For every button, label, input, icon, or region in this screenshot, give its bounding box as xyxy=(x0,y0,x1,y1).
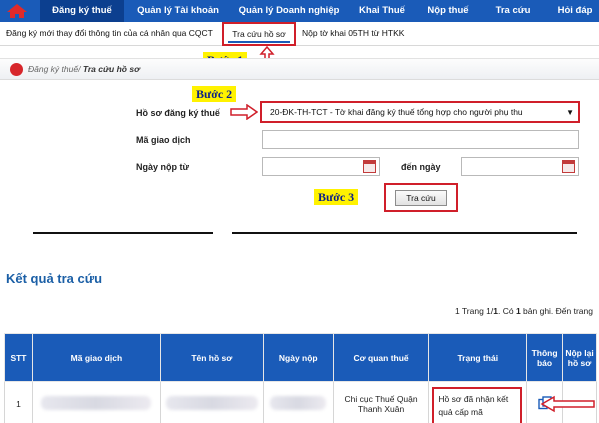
table-header-row: STT Mã giao dịch Tên hồ sơ Ngày nộp Cơ q… xyxy=(4,333,597,382)
redacted-text xyxy=(270,395,327,410)
den-ngay-input[interactable] xyxy=(461,157,579,176)
calendar-icon[interactable] xyxy=(562,160,575,173)
col-ten-ho-so: Tên hồ sơ xyxy=(159,333,264,382)
col-thong-bao: Thông báo xyxy=(526,333,564,382)
cell-ten-ho-so-redacted xyxy=(159,381,264,423)
divider xyxy=(33,232,213,234)
ho-so-select-value: 20-ĐK-TH-TCT - Tờ khai đăng ký thuế tổng… xyxy=(270,107,523,117)
nav-khai-thue[interactable]: Khai Thuế xyxy=(353,0,411,22)
ma-giao-dich-label: Mã giao dịch xyxy=(136,135,191,145)
ngay-nop-tu-label: Ngày nộp từ xyxy=(136,162,190,172)
paging-prefix: 1 Trang 1/ xyxy=(454,306,494,316)
chevron-down-icon: ▼ xyxy=(566,108,574,117)
status-highlight: Hồ sơ đã nhận kết quả cấp mã xyxy=(432,387,523,423)
paging-info: 1 Trang 1/1. Có 1 bản ghi. Đến trang xyxy=(455,306,593,316)
arrow-left-icon xyxy=(540,395,595,413)
breadcrumb: Đăng ký thuế/ Tra cứu hồ sơ xyxy=(0,58,599,80)
divider xyxy=(232,232,577,234)
breadcrumb-text: Đăng ký thuế/ Tra cứu hồ sơ xyxy=(28,64,140,74)
paging-mid: . Có xyxy=(498,306,516,316)
ma-giao-dich-input[interactable] xyxy=(262,130,579,149)
cell-ma-giao-dich-redacted xyxy=(31,381,161,423)
step3-annotation: Bước 3 xyxy=(314,189,359,205)
nav-quan-ly-doanh-nghiep[interactable]: Quản lý Doanh nghiệp xyxy=(232,0,346,22)
subnav-tra-cuu-ho-so-label: Tra cứu hồ sơ xyxy=(232,29,286,39)
col-ngay-nop: Ngày nộp xyxy=(262,333,334,382)
subnav-dang-ky-moi[interactable]: Đăng ký mới thay đổi thông tin của cá nh… xyxy=(6,22,213,46)
sub-navigation: Đăng ký mới thay đổi thông tin của cá nh… xyxy=(0,22,599,46)
den-ngay-label: đến ngày xyxy=(401,162,441,172)
breadcrumb-current: Tra cứu hồ sơ xyxy=(80,64,140,74)
redacted-text xyxy=(41,395,152,410)
results-title: Kết quả tra cứu xyxy=(6,271,103,286)
step2-annotation: Bước 2 xyxy=(192,86,237,102)
ngay-nop-tu-input[interactable] xyxy=(262,157,380,176)
nav-hoi-dap[interactable]: Hỏi đáp xyxy=(553,0,597,22)
calendar-icon[interactable] xyxy=(363,160,376,173)
paging-suffix: bản ghi. Đến trang xyxy=(520,306,593,316)
redacted-text xyxy=(165,395,258,410)
table-row: 1 Chi cục Thuế Quận Thanh Xuân Hồ sơ đã … xyxy=(4,381,597,423)
nav-nop-thue[interactable]: Nộp thuế xyxy=(420,0,476,22)
results-table: STT Mã giao dịch Tên hồ sơ Ngày nộp Cơ q… xyxy=(4,333,597,423)
col-trang-thai: Trạng thái xyxy=(428,333,528,382)
search-button-highlight: Tra cứu xyxy=(384,183,458,212)
col-stt: STT xyxy=(4,333,33,382)
arrow-right-icon xyxy=(230,104,258,120)
nav-tra-cuu[interactable]: Tra cứu xyxy=(490,0,536,22)
ho-so-label: Hồ sơ đăng ký thuế xyxy=(136,108,220,118)
subnav-tra-cuu-ho-so[interactable]: Tra cứu hồ sơ xyxy=(222,22,296,46)
cell-ngay-nop-redacted xyxy=(262,381,334,423)
subnav-nop-to-khai-05th[interactable]: Nộp tờ khai 05TH từ HTKK xyxy=(302,22,404,46)
nav-dang-ky-thue[interactable]: Đăng ký thuế xyxy=(40,0,124,22)
cell-stt: 1 xyxy=(4,381,33,423)
col-ma-giao-dich: Mã giao dịch xyxy=(31,333,161,382)
col-co-quan-thue: Cơ quan thuế xyxy=(332,333,430,382)
top-navigation: Đăng ký thuế Quản lý Tài khoản Quản lý D… xyxy=(0,0,599,22)
cell-trang-thai: Hồ sơ đã nhận kết quả cấp mã xyxy=(428,381,528,423)
national-emblem-icon xyxy=(10,63,23,76)
breadcrumb-parent[interactable]: Đăng ký thuế/ xyxy=(28,64,80,74)
col-nop-lai-ho-so: Nộp lại hồ sơ xyxy=(562,333,597,382)
home-icon[interactable] xyxy=(6,3,28,19)
cell-co-quan-thue: Chi cục Thuế Quận Thanh Xuân xyxy=(332,381,430,423)
ho-so-select[interactable]: 20-ĐK-TH-TCT - Tờ khai đăng ký thuế tổng… xyxy=(260,101,580,123)
search-button[interactable]: Tra cứu xyxy=(395,190,447,206)
nav-quan-ly-tai-khoan[interactable]: Quản lý Tài khoản xyxy=(128,0,228,22)
active-tab-underline xyxy=(228,41,290,43)
